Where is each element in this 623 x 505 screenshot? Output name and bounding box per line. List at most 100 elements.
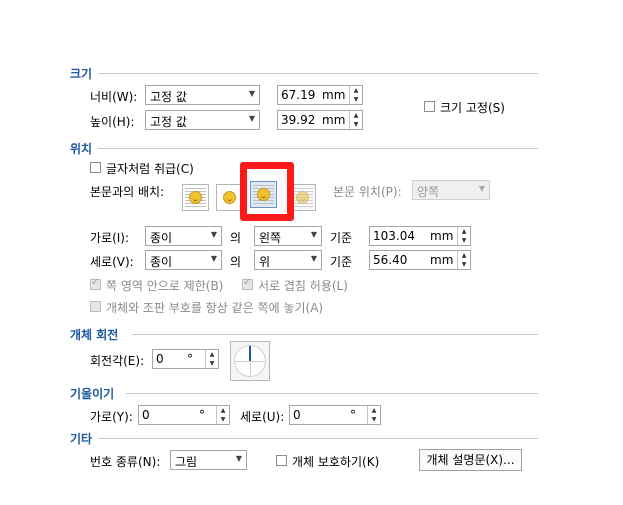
width-mode-value: 고정 값 <box>150 90 187 104</box>
horizontal-unit: mm <box>430 229 454 243</box>
rotation-dial[interactable] <box>230 341 270 381</box>
wrap-square-option[interactable] <box>182 184 209 211</box>
text-wrap-label: 본문과의 배치: <box>90 185 165 199</box>
width-value: 67.19 <box>281 88 316 102</box>
body-position-select[interactable]: 양쪽 ▼ <box>412 180 490 200</box>
chevron-down-icon: ▼ <box>310 254 317 263</box>
height-label: 높이(H): <box>90 115 135 129</box>
body-position-value: 양쪽 <box>417 185 440 199</box>
vertical-spinner[interactable]: 56.40 mm ▲ ▼ <box>369 250 471 270</box>
chevron-down-icon: ▼ <box>478 184 485 193</box>
horizontal-align-select[interactable]: 왼쪽 ▼ <box>254 226 322 246</box>
number-type-select[interactable]: 그림 ▼ <box>170 450 247 470</box>
allow-overlap-label: 서로 겹침 허용(L) <box>258 279 348 293</box>
spin-down-icon[interactable]: ▼ <box>458 236 470 245</box>
allow-overlap-checkbox[interactable] <box>242 277 253 290</box>
vertical-value: 56.40 <box>373 253 408 267</box>
number-type-value: 그림 <box>175 455 198 469</box>
wrap-square-icon <box>189 191 202 204</box>
chevron-down-icon: ▼ <box>248 89 255 98</box>
skew-section-divider <box>126 393 538 394</box>
protect-object-label: 개체 보호하기(K) <box>292 455 380 469</box>
width-mode-select[interactable]: 고정 값 ▼ <box>145 85 260 105</box>
other-section-title: 기타 <box>70 432 93 446</box>
treat-as-char-label: 글자처럼 취급(C) <box>106 162 194 176</box>
spin-down-icon[interactable]: ▼ <box>350 120 362 129</box>
spin-down-icon[interactable]: ▼ <box>368 415 380 424</box>
rotation-angle-unit: ° <box>187 352 193 366</box>
limit-in-page-checkbox[interactable] <box>90 277 101 290</box>
treat-as-char-checkbox[interactable] <box>90 162 101 173</box>
height-spinner[interactable]: 39.92 mm ▲ ▼ <box>277 110 363 130</box>
size-section-title: 크기 <box>70 67 93 81</box>
vertical-ref-select[interactable]: 종이 ▼ <box>145 250 222 270</box>
skew-horizontal-spinner[interactable]: 0 ° ▲ ▼ <box>138 405 230 425</box>
vertical-ref-value: 종이 <box>150 255 173 269</box>
spin-down-icon[interactable]: ▼ <box>217 415 229 424</box>
skew-vertical-spinner[interactable]: 0 ° ▲ ▼ <box>289 405 381 425</box>
spin-down-icon[interactable]: ▼ <box>458 260 470 269</box>
rotation-section-title: 개체 회전 <box>70 328 119 342</box>
width-label: 너비(W): <box>90 90 138 104</box>
chevron-down-icon: ▼ <box>235 454 242 463</box>
spin-up-icon[interactable]: ▲ <box>206 350 218 359</box>
selection-highlight-box <box>240 162 294 221</box>
chevron-down-icon: ▼ <box>248 114 255 123</box>
other-section-divider <box>98 438 538 439</box>
fix-size-checkbox[interactable] <box>424 101 435 112</box>
width-spinner[interactable]: 67.19 mm ▲ ▼ <box>277 85 363 105</box>
vertical-base-label: 기준 <box>330 255 353 269</box>
rotation-section-divider <box>132 334 538 335</box>
size-section-divider <box>98 73 538 74</box>
keep-same-page-checkbox[interactable] <box>90 301 101 312</box>
spin-up-icon[interactable]: ▲ <box>368 406 380 415</box>
body-position-label: 본문 위치(P): <box>333 185 402 199</box>
position-section-title: 위치 <box>70 142 93 156</box>
keep-same-page-label: 개체와 조판 부호를 항상 같은 쪽에 놓기(A) <box>106 301 324 315</box>
vertical-align-select[interactable]: 위 ▼ <box>254 250 322 270</box>
horizontal-spinner[interactable]: 103.04 mm ▲ ▼ <box>369 226 471 246</box>
vertical-label: 세로(V): <box>90 255 134 269</box>
limit-in-page-label: 쪽 영역 안으로 제한(B) <box>106 279 224 293</box>
skew-horizontal-unit: ° <box>199 408 205 422</box>
height-mode-value: 고정 값 <box>150 115 187 129</box>
protect-object-checkbox[interactable] <box>276 455 287 466</box>
horizontal-ref-select[interactable]: 종이 ▼ <box>145 226 222 246</box>
horizontal-of-label: 의 <box>230 231 242 245</box>
spin-up-icon[interactable]: ▲ <box>458 227 470 236</box>
height-value: 39.92 <box>281 113 316 127</box>
horizontal-align-value: 왼쪽 <box>259 231 282 245</box>
skew-horizontal-value: 0 <box>142 408 150 422</box>
skew-horizontal-label: 가로(Y): <box>90 410 133 424</box>
spin-up-icon[interactable]: ▲ <box>350 111 362 120</box>
wrap-top-bottom-icon <box>223 191 236 204</box>
vertical-align-value: 위 <box>259 255 271 269</box>
spin-up-icon[interactable]: ▲ <box>350 86 362 95</box>
vertical-of-label: 의 <box>230 255 242 269</box>
skew-section-title: 기울이기 <box>70 387 115 401</box>
chevron-down-icon: ▼ <box>210 254 217 263</box>
spin-down-icon[interactable]: ▼ <box>206 359 218 368</box>
spin-up-icon[interactable]: ▲ <box>458 251 470 260</box>
chevron-down-icon: ▼ <box>310 230 317 239</box>
chevron-down-icon: ▼ <box>210 230 217 239</box>
spin-up-icon[interactable]: ▲ <box>217 406 229 415</box>
object-description-button[interactable]: 개체 설명문(X)... <box>419 449 522 471</box>
skew-vertical-value: 0 <box>293 408 301 422</box>
vertical-unit: mm <box>430 253 454 267</box>
spin-down-icon[interactable]: ▼ <box>350 95 362 104</box>
rotation-needle-icon <box>249 346 251 361</box>
rotation-angle-spinner[interactable]: 0 ° ▲ ▼ <box>152 349 219 369</box>
fix-size-label: 크기 고정(S) <box>440 101 505 115</box>
rotation-angle-value: 0 <box>156 352 164 366</box>
horizontal-ref-value: 종이 <box>150 231 173 245</box>
width-unit: mm <box>322 88 346 102</box>
skew-vertical-unit: ° <box>350 408 356 422</box>
horizontal-value: 103.04 <box>373 229 415 243</box>
height-unit: mm <box>322 113 346 127</box>
rotation-angle-label: 회전각(E): <box>90 354 145 368</box>
horizontal-label: 가로(I): <box>90 231 130 245</box>
height-mode-select[interactable]: 고정 값 ▼ <box>145 110 260 130</box>
wrap-top-bottom-option[interactable] <box>216 184 243 211</box>
horizontal-base-label: 기준 <box>330 231 353 245</box>
